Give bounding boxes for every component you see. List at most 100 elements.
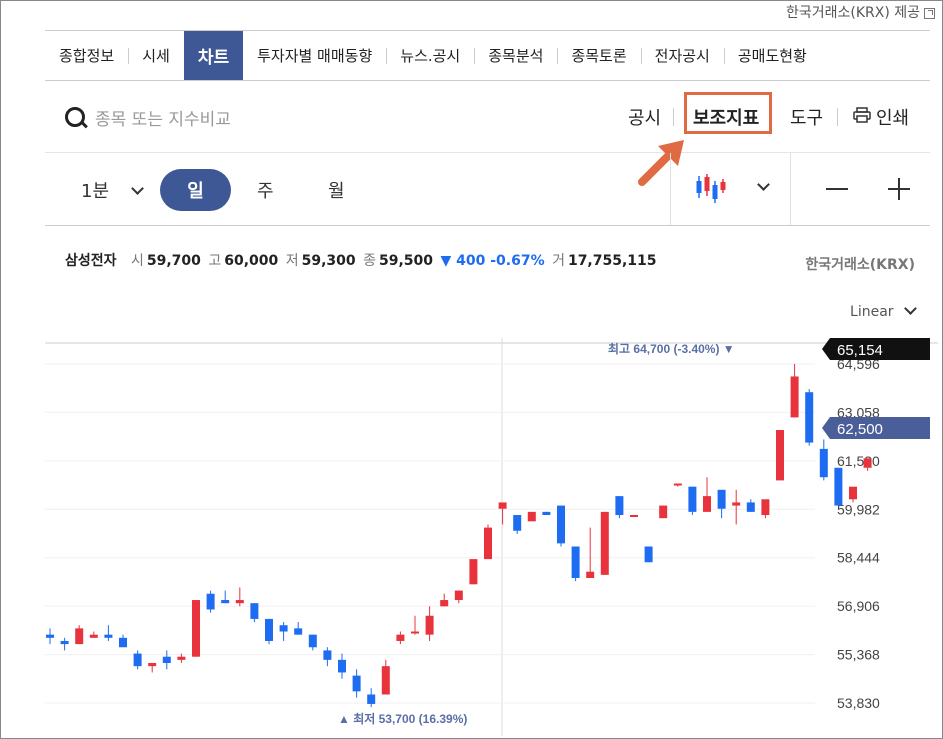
tab-3[interactable]: 투자자별 매매동향 [243,31,386,80]
period-week[interactable]: 주 [257,177,274,203]
candle-body [732,502,741,506]
print-button[interactable]: 인쇄 [876,104,909,130]
tab-5[interactable]: 종목분석 [474,31,557,80]
candle-body [703,496,711,512]
candle-body [819,448,828,478]
candle-body [425,615,434,635]
external-link-icon [924,7,935,19]
candle-body [294,628,303,635]
tab-2[interactable]: 차트 [183,31,244,80]
min-annotation: ▲ 최저 53,700 (16.39%) [338,711,467,726]
open-value: 59,700 [146,253,201,269]
notice-button[interactable]: 공시 [628,104,661,130]
tab-6[interactable]: 종목토론 [557,31,640,80]
indicator-button[interactable]: 보조지표 [693,104,759,130]
candle-body [148,663,157,667]
low-value: 59,300 [301,253,356,269]
search-input[interactable]: 종목 또는 지수비교 [95,105,231,130]
zoom-in-icon[interactable] [888,178,910,200]
candle-body [46,634,54,638]
candle-body [323,650,332,660]
candle-body [673,483,682,486]
y-tick-label: 55,368 [837,647,880,663]
candle-body [776,429,784,481]
minute-label: 1분 [81,181,110,202]
candle-body [75,628,84,645]
low-label: 저 [285,253,299,269]
candle-body [746,502,755,512]
candle-body [192,600,200,657]
y-tick-label: 58,444 [837,550,880,566]
candle-body [571,546,580,578]
candlestick-type-icon[interactable] [695,173,729,205]
candle-body [235,600,244,604]
zoom-out-icon[interactable] [826,188,848,190]
exchange-label: 한국거래소(KRX) [805,257,915,273]
candle-body [104,634,113,638]
candle-body [367,694,376,704]
max-annotation: 최고 64,700 (-3.40%) ▼ [608,341,735,356]
tab-1[interactable]: 시세 [128,31,184,80]
candle-body [790,376,799,418]
candle-body [630,515,638,518]
candle-body [513,515,522,531]
candle-body [542,511,551,516]
stock-summary: 삼성전자 시 59,700 고 60,000 저 59,300 종 59,500 ▼ 4… [65,250,660,270]
candle-body [484,527,492,560]
volume-label: 거 [552,253,565,269]
tools-button[interactable]: 도구 [790,104,823,130]
period-month[interactable]: 월 [328,177,345,203]
provider-text: 한국거래소(KRX) 제공 [785,5,920,21]
scale-label: Linear [850,304,894,320]
candle-body [805,392,814,443]
printer-icon[interactable] [853,107,871,123]
close-label: 종 [363,253,376,269]
candle-body [527,511,536,522]
y-tick-label: 59,982 [837,501,880,517]
candle-body [177,656,186,660]
candle-body [834,467,843,506]
tab-8[interactable]: 공매도현황 [723,31,821,80]
candle-body [411,631,419,634]
candle-body [761,499,770,516]
chevron-down-icon [130,182,144,195]
candle-body [717,489,726,509]
candle-body [644,546,653,563]
candle-body [440,600,449,607]
candle-body [119,637,127,648]
open-label: 시 [130,253,144,269]
toolbar-row: 종목 또는 지수비교 공시 보조지표 도구 인쇄 [45,80,930,153]
high-value: 60,000 [224,253,279,269]
volume-value: 17,755,115 [567,253,657,269]
period-day[interactable]: 일 [160,169,231,211]
divider [790,153,791,225]
y-tick-label: 56,906 [837,598,880,614]
divider [670,153,671,225]
stock-name: 삼성전자 [65,253,117,269]
tab-0[interactable]: 종합정보 [45,31,128,80]
candle-body [308,634,317,648]
candle-body [89,634,98,638]
candle-body [265,618,273,641]
provider-label[interactable]: 한국거래소(KRX) 제공 [786,2,935,22]
candlestick-chart[interactable]: 64,59663,05861,52059,98258,44456,90655,3… [45,338,938,736]
candle-body [454,590,463,601]
chevron-down-icon [904,302,917,315]
period-row: 1분 일 주 월 [45,153,930,226]
minute-selector[interactable]: 1분 [81,177,144,203]
main-tabs: 종합정보 시세 차트 투자자별 매매동향 뉴스.공시 종목분석 종목토론 전자공시 공매도현황 [45,30,930,81]
candle-body [162,656,171,664]
candle-body [338,659,346,673]
candle-body [352,675,361,692]
tab-7[interactable]: 전자공시 [640,31,724,80]
close-value: 59,500 [379,253,434,269]
search-icon[interactable] [65,107,85,127]
tab-4[interactable]: 뉴스.공시 [386,31,474,80]
y-tick-label: 61,520 [837,453,880,469]
scale-selector[interactable]: Linear [850,302,917,320]
candle-body [688,486,697,512]
chevron-down-icon[interactable] [757,178,770,191]
candle-body [469,559,478,585]
change-value: ▼ 400 -0.67% [440,253,545,269]
candle-body [557,505,565,544]
